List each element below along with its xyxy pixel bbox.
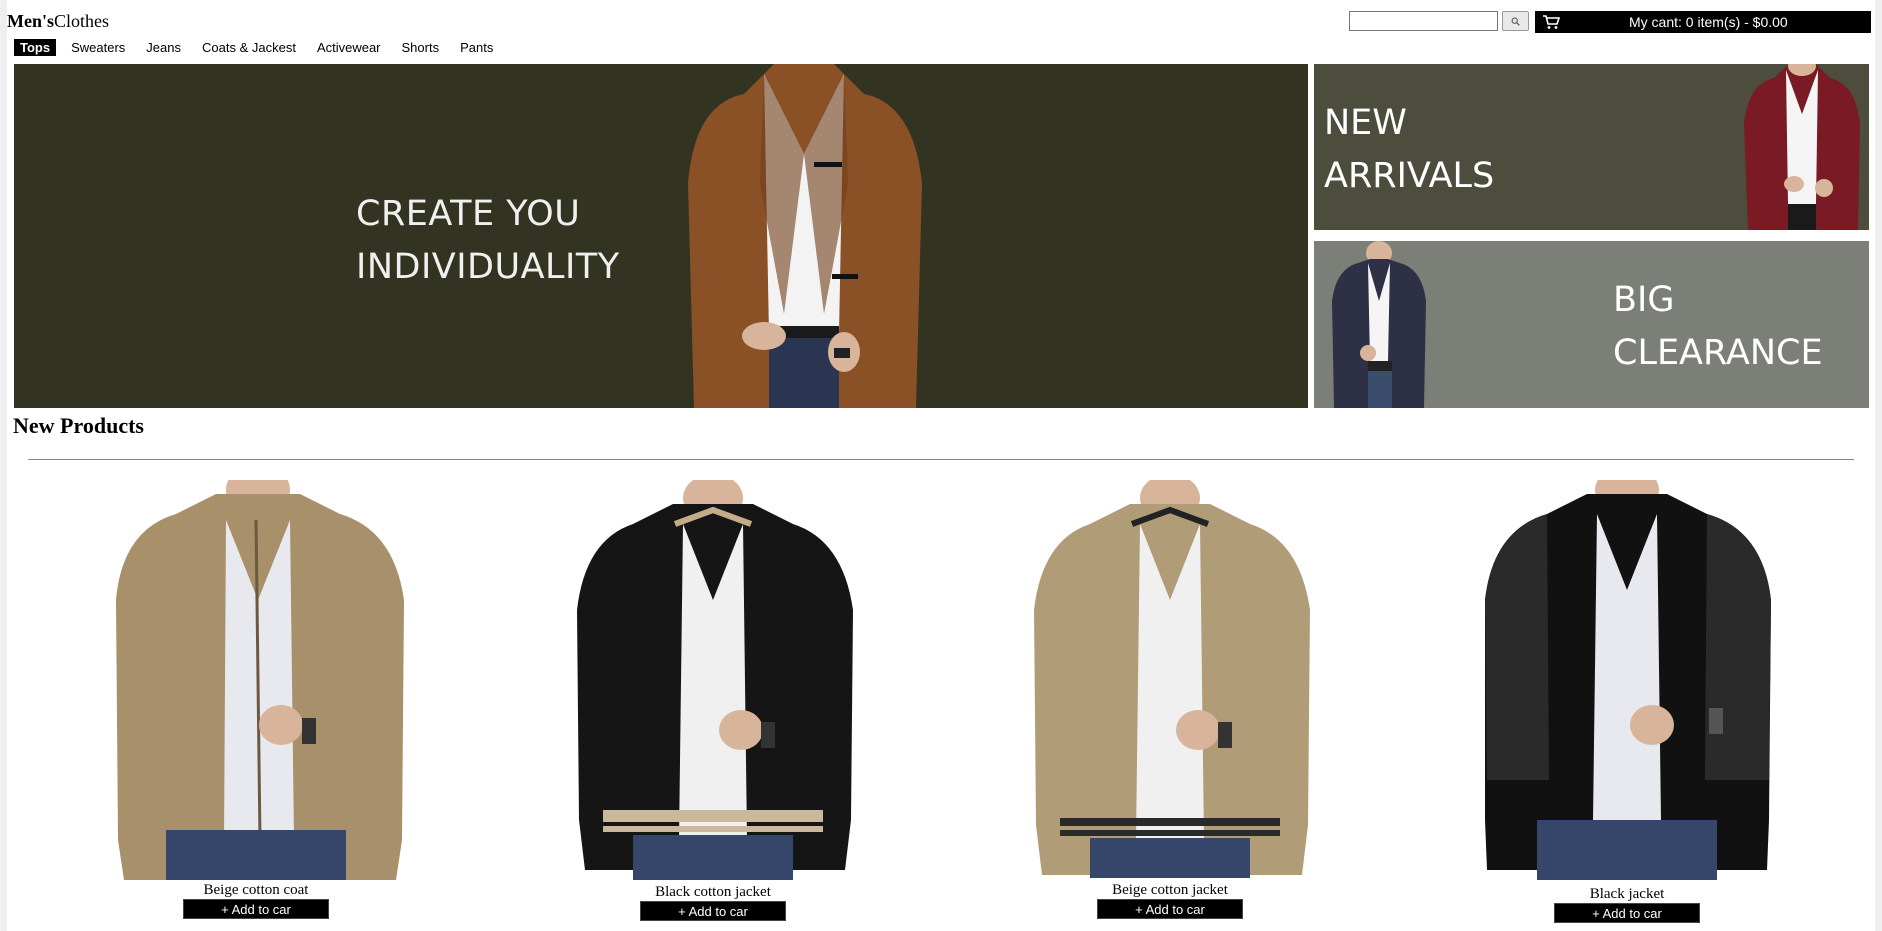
product-name[interactable]: Black jacket [1477,885,1777,903]
new-arrivals-line-2: ARRIVALS [1324,156,1495,196]
nav-item-pants[interactable]: Pants [454,39,499,56]
clearance-banner[interactable]: BIG CLEARANCE [1314,241,1869,408]
beige-coat-image[interactable] [106,480,406,885]
model-navy-blazer-image [1332,241,1426,408]
new-arrivals-text: NEW ARRIVALS [1324,97,1494,203]
section-divider [28,459,1854,460]
product-name[interactable]: Black cotton jacket [563,883,863,901]
nav-item-coats-jackets[interactable]: Coats & Jackest [196,39,302,56]
beige-cotton-jacket-image[interactable] [1020,480,1320,885]
add-to-cart-button[interactable]: + Add to car [183,899,329,919]
black-jacket-image[interactable] [1477,480,1777,885]
cart-summary: My cant: 0 item(s) - $0.00 [1629,14,1788,30]
search-button[interactable] [1502,11,1529,31]
search-icon [1511,17,1520,26]
logo-bold: Men's [7,11,54,31]
nav-item-tops[interactable]: Tops [14,39,57,56]
site-logo[interactable]: Men'sClothes [7,11,109,31]
category-nav: Tops Sweaters Jeans Coats & Jackest Acti… [14,39,508,56]
product-card: Black jacket + Add to car [1477,480,1777,930]
cart-button[interactable]: My cant: 0 item(s) - $0.00 [1535,11,1871,33]
hero-line-2: INDIVIDUALITY [356,247,620,287]
clearance-line-2: CLEARANCE [1613,333,1823,373]
new-arrivals-line-1: NEW [1324,103,1407,143]
product-card: Black cotton jacket + Add to car [563,480,863,930]
nav-item-sweaters[interactable]: Sweaters [65,39,131,56]
model-brown-blazer-image [688,64,922,408]
model-burgundy-blazer-image [1744,64,1860,230]
nav-item-activewear[interactable]: Activewear [311,39,387,56]
product-name[interactable]: Beige cotton jacket [1020,881,1320,899]
new-arrivals-banner[interactable]: NEW ARRIVALS [1314,64,1869,230]
search-input[interactable] [1349,11,1498,31]
cart-icon [1543,15,1560,29]
black-cotton-jacket-image[interactable] [563,480,863,885]
add-to-cart-button[interactable]: + Add to car [640,901,786,921]
product-name[interactable]: Beige cotton coat [106,881,406,899]
nav-item-shorts[interactable]: Shorts [396,39,446,56]
product-card: Beige cotton jacket + Add to car [1020,480,1320,930]
product-card: Beige cotton coat + Add to car [106,480,406,930]
add-to-cart-button[interactable]: + Add to car [1554,903,1700,923]
hero-banner-text: CREATE YOU INDIVIDUALITY [356,188,620,294]
section-title: New Products [13,413,144,438]
nav-item-jeans[interactable]: Jeans [140,39,187,56]
clearance-line-1: BIG [1613,280,1675,320]
hero-banner[interactable]: CREATE YOU INDIVIDUALITY [14,64,1308,408]
add-to-cart-button[interactable]: + Add to car [1097,899,1243,919]
logo-rest: Clothes [54,11,110,31]
clearance-text: BIG CLEARANCE [1613,274,1823,380]
hero-line-1: CREATE YOU [356,194,581,234]
